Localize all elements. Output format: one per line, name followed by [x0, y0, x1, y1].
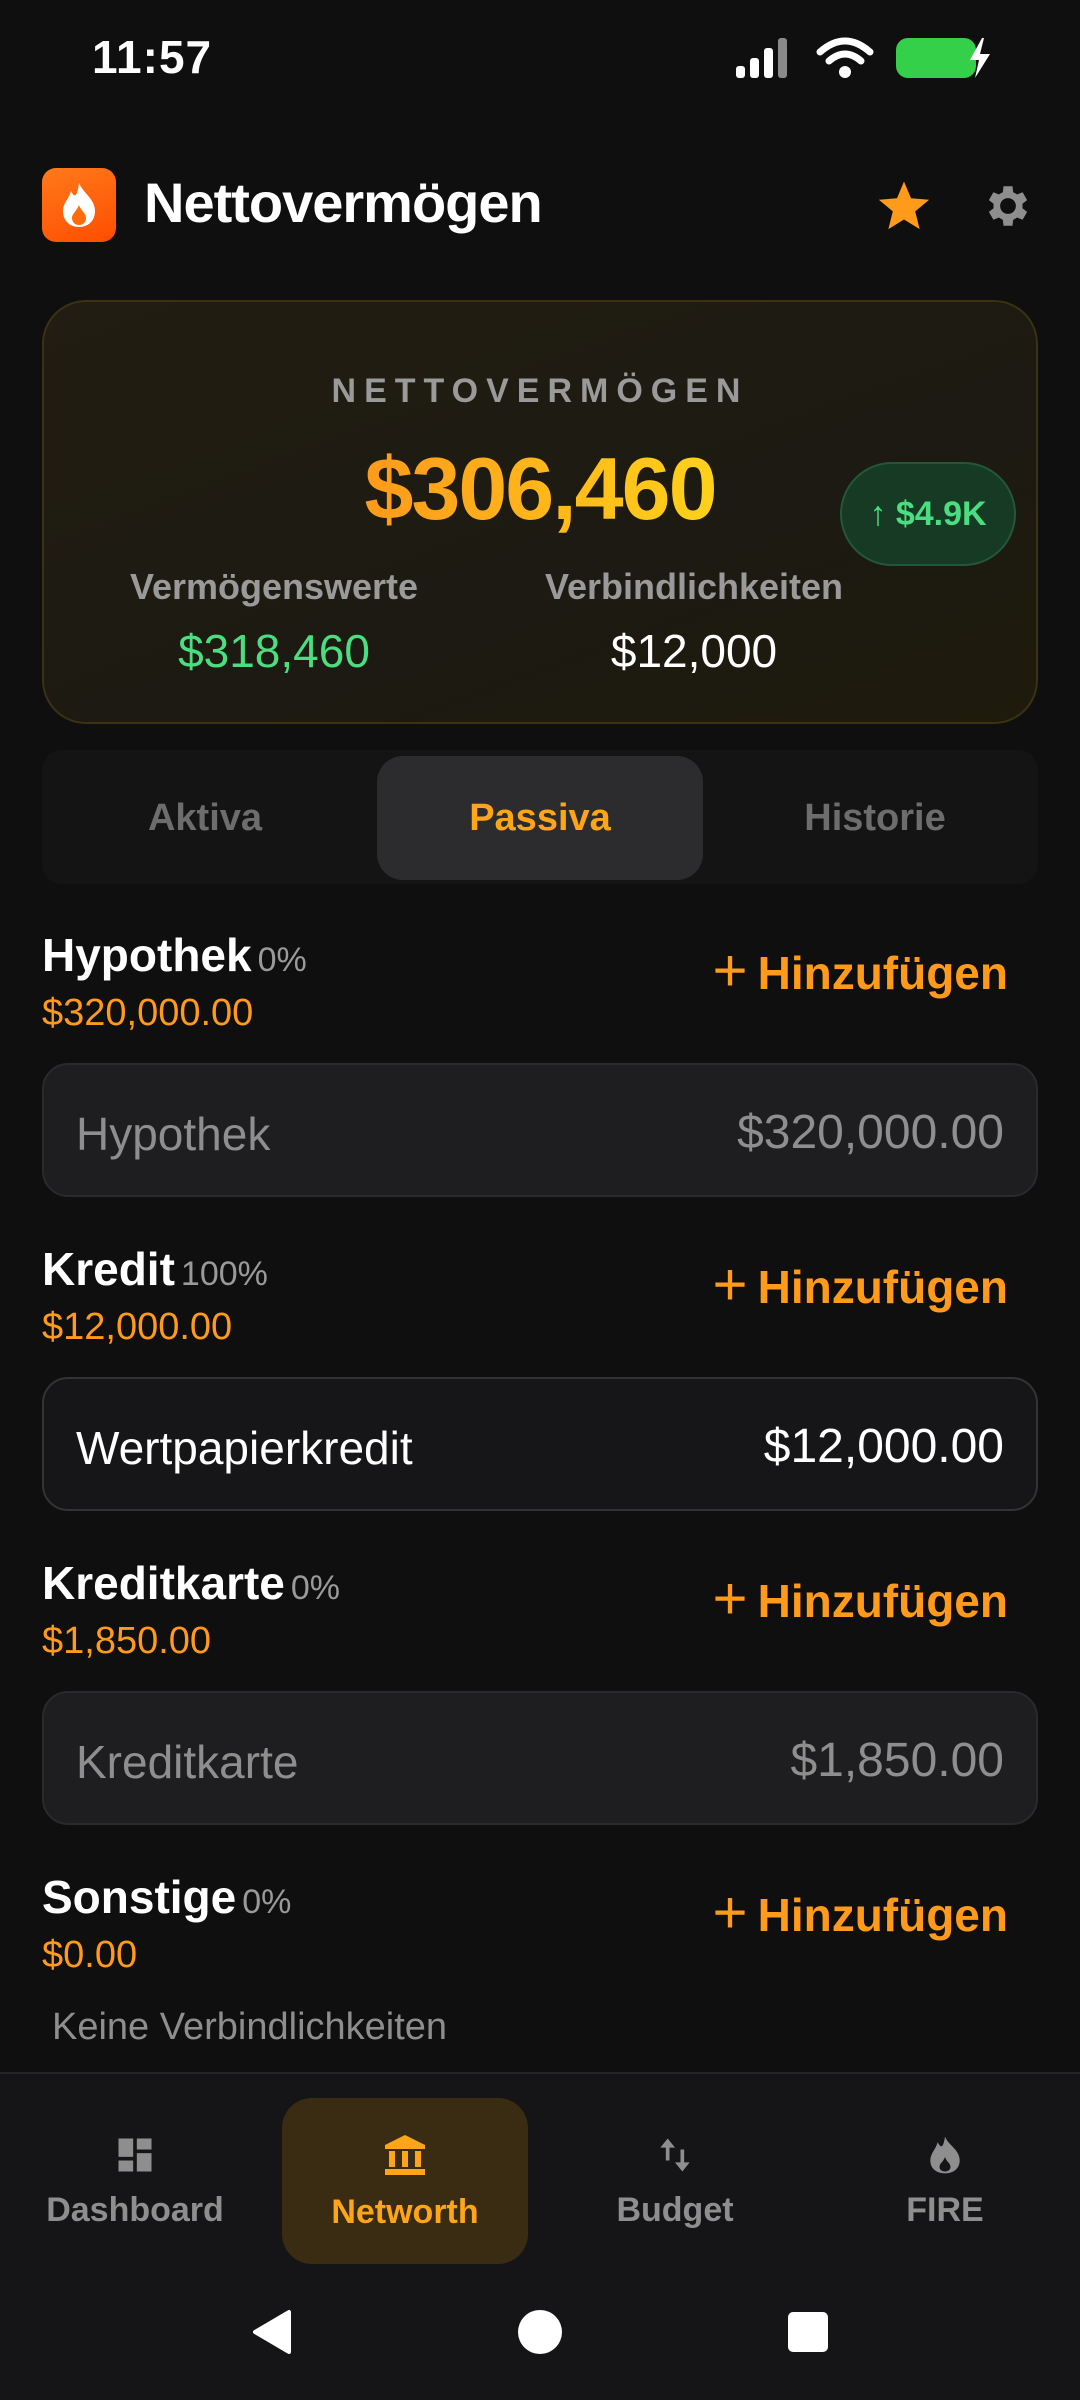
item-name: Hypothek	[76, 1108, 271, 1160]
item-name: Kreditkarte	[76, 1736, 299, 1788]
nav-fire[interactable]: FIRE	[822, 2098, 1068, 2264]
plus-icon: +	[712, 1251, 748, 1318]
plus-icon: +	[712, 1565, 748, 1632]
section-title: Sonstige 0%	[42, 1871, 292, 1923]
section-total: $320,000.00	[42, 992, 254, 1034]
home-circle-icon	[518, 2310, 562, 2354]
status-bar: 11:57	[0, 0, 1080, 120]
add-kreditkarte-button[interactable]: + Hinzufügen	[712, 1565, 1008, 1632]
plus-icon: +	[712, 1879, 748, 1946]
item-amount: $12,000.00	[763, 1420, 1004, 1473]
nav-networth[interactable]: Networth	[282, 2098, 528, 2264]
fire-logo-icon	[42, 168, 116, 242]
liabilities-column: Verbindlichkeiten $12,000	[524, 566, 864, 678]
liabilities-value: $12,000	[610, 625, 778, 677]
section-total: $12,000.00	[42, 1306, 233, 1348]
item-name: Wertpapierkredit	[76, 1422, 413, 1474]
app-screen: 11:57 Nettovermögen NETTOVERMÖGEN $306,4…	[0, 0, 1080, 2400]
empty-state-text: Keine Verbindlichkeiten	[52, 2006, 448, 2048]
nav-label: Networth	[331, 2192, 479, 2231]
section-percent: 0%	[290, 1569, 341, 1607]
nav-dashboard[interactable]: Dashboard	[12, 2098, 258, 2264]
assets-value: $318,460	[178, 625, 370, 677]
add-sonstige-button[interactable]: + Hinzufügen	[712, 1879, 1008, 1946]
add-hypothek-button[interactable]: + Hinzufügen	[712, 937, 1008, 1004]
gear-icon	[988, 186, 1028, 226]
transfer-icon	[660, 2138, 690, 2171]
section-title: Kredit 100%	[42, 1243, 268, 1295]
star-icon	[878, 181, 930, 230]
plus-icon: +	[712, 937, 748, 1004]
tab-bar: Aktiva Passiva Historie	[42, 750, 1038, 884]
status-time: 11:57	[92, 31, 213, 83]
tab-passiva[interactable]: Passiva	[377, 756, 703, 880]
system-navigation-bar	[0, 2272, 1080, 2400]
item-amount: $1,850.00	[790, 1734, 1004, 1787]
recents-square-icon	[788, 2312, 828, 2352]
section-percent: 0%	[257, 941, 307, 979]
back-triangle-icon	[253, 2310, 291, 2354]
app-header: Nettovermögen	[42, 166, 1038, 242]
favorite-star-button[interactable]	[874, 176, 934, 236]
tab-historie[interactable]: Historie	[712, 756, 1038, 880]
section-percent: 0%	[242, 1883, 292, 1921]
change-badge: ↑ $4.9K	[840, 462, 1016, 566]
signal-icon	[736, 38, 787, 78]
bank-icon	[385, 2134, 425, 2175]
summary-label: NETTOVERMÖGEN	[331, 372, 749, 410]
add-kredit-button[interactable]: + Hinzufügen	[712, 1251, 1008, 1318]
system-home-button[interactable]	[510, 2302, 570, 2362]
liabilities-label: Verbindlichkeiten	[544, 566, 844, 607]
status-icons	[734, 36, 992, 80]
nav-budget[interactable]: Budget	[552, 2098, 798, 2264]
dashboard-icon	[118, 2138, 152, 2171]
nav-label: Dashboard	[46, 2190, 224, 2229]
tab-aktiva[interactable]: Aktiva	[42, 756, 368, 880]
fire-icon	[930, 2136, 960, 2173]
net-worth-summary-card: NETTOVERMÖGEN $306,460 ↑ $4.9K Vermögens…	[42, 300, 1038, 724]
item-amount: $320,000.00	[737, 1106, 1004, 1159]
nav-label: FIRE	[906, 2190, 984, 2229]
section-title: Hypothek 0%	[42, 929, 307, 981]
system-back-button[interactable]	[242, 2302, 302, 2362]
settings-button[interactable]	[978, 176, 1038, 236]
section-percent: 100%	[180, 1255, 268, 1293]
section-total: $0.00	[42, 1934, 138, 1976]
list-item[interactable]: Wertpapierkredit $12,000.00	[42, 1377, 1038, 1511]
bottom-navigation: Dashboard Networth Budget FIRE	[0, 2072, 1080, 2272]
nav-label: Budget	[616, 2190, 734, 2229]
system-recents-button[interactable]	[778, 2302, 838, 2362]
assets-column: Vermögenswerte $318,460	[104, 566, 444, 678]
section-total: $1,850.00	[42, 1620, 212, 1662]
section-title: Kreditkarte 0%	[42, 1557, 341, 1609]
assets-label: Vermögenswerte	[129, 566, 419, 607]
list-item[interactable]: Kreditkarte $1,850.00	[42, 1691, 1038, 1825]
page-title: Nettovermögen	[144, 171, 543, 234]
wifi-icon	[816, 37, 874, 78]
list-item[interactable]: Hypothek $320,000.00	[42, 1063, 1038, 1197]
battery-icon	[896, 36, 992, 80]
